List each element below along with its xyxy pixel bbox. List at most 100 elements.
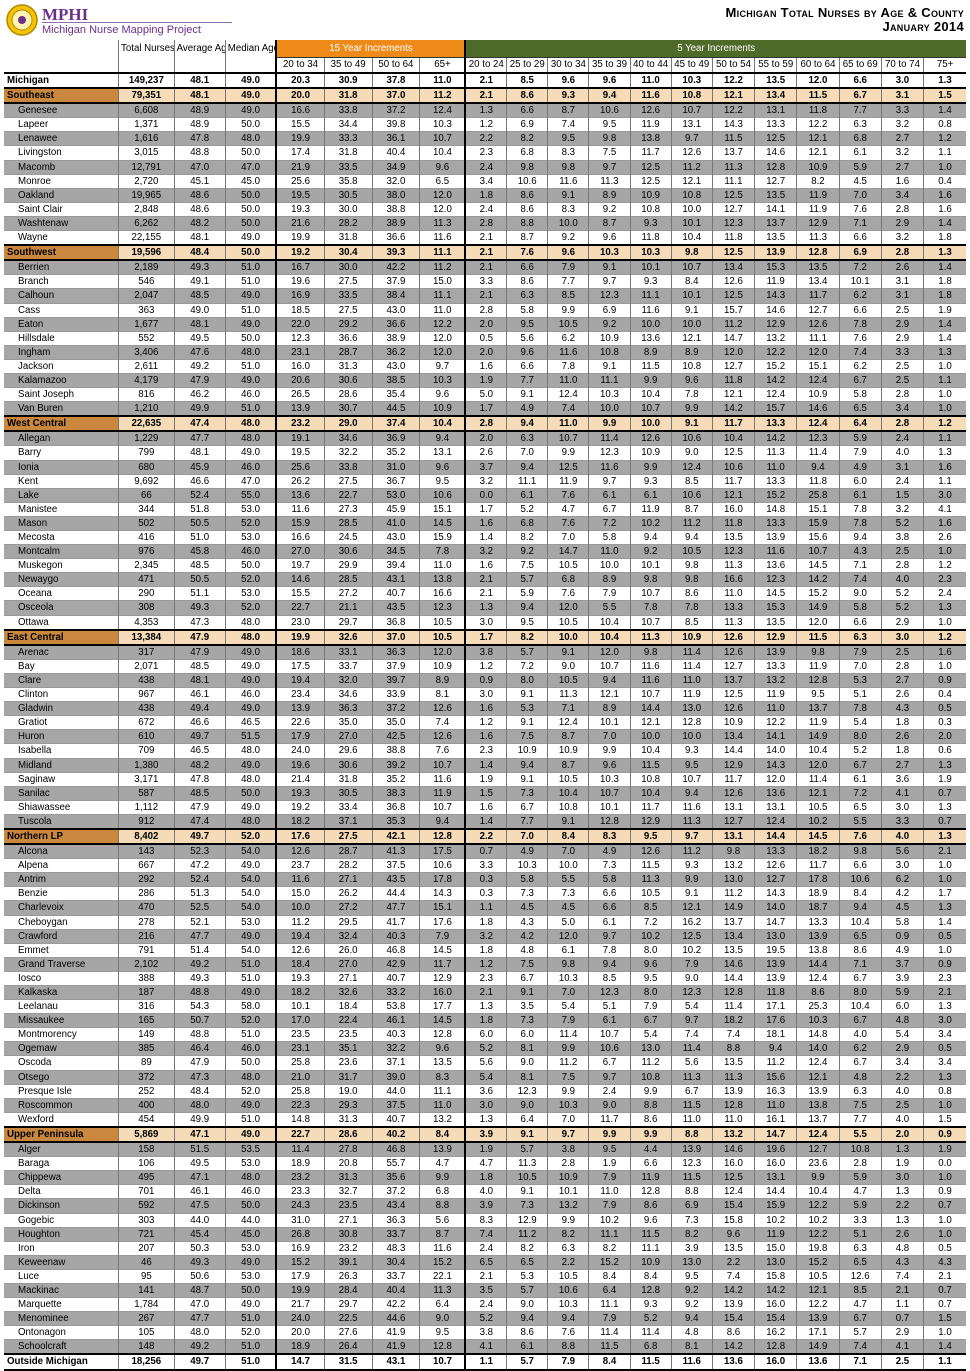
- table-header: Total Nurses Average Age Median Age 15 Y…: [4, 40, 966, 74]
- value-cell: 0.6: [923, 743, 966, 758]
- value-cell: 11.0: [711, 1111, 755, 1127]
- value-cell: 9.1: [506, 1125, 548, 1144]
- value-cell: 9.5: [629, 827, 672, 846]
- value-cell: 21.6: [275, 215, 325, 231]
- value-cell: 8.5: [670, 614, 713, 630]
- value-cell: 12.6: [796, 316, 840, 332]
- value-cell: 12.8: [670, 715, 713, 730]
- value-cell: 1.0: [923, 1097, 966, 1113]
- value-cell: 8.1: [670, 1339, 713, 1355]
- value-cell: 3.0: [923, 1013, 966, 1028]
- value-cell: 31.8: [323, 771, 373, 787]
- value-cell: 52.0: [224, 515, 277, 531]
- report-title: Michigan Total Nurses by Age & County Ja…: [726, 6, 964, 34]
- value-cell: 13.4: [711, 729, 755, 744]
- value-cell: 20.8: [323, 1156, 373, 1171]
- value-cell: 5.3: [506, 1268, 548, 1284]
- value-cell: 10.0: [547, 628, 589, 646]
- value-cell: 10.9: [506, 743, 548, 758]
- value-cell: 53.0: [371, 487, 420, 503]
- value-cell: 44.4: [371, 886, 420, 901]
- value-cell: 36.9: [371, 430, 420, 446]
- value-cell: 8.8: [419, 1198, 466, 1213]
- value-cell: 10.5: [419, 614, 466, 630]
- county-row: Charlevoix 470 52.5 54.0 10.0 27.2 47.7 15.1 1.1…: [4, 900, 966, 916]
- value-cell: 31.0: [275, 1212, 325, 1228]
- value-cell: 6.1: [588, 914, 631, 930]
- value-cell: 25.3: [796, 999, 840, 1014]
- value-cell: 36.3: [371, 644, 420, 660]
- value-cell: 46.4: [173, 1041, 226, 1056]
- value-cell: 9.9: [629, 1083, 672, 1099]
- value-cell: 12.4: [419, 102, 466, 118]
- county-row: Ottawa 4,353 47.3 48.0 23.0 29.7 36.8 10.5 3.0 9.…: [4, 614, 966, 630]
- value-cell: 52.0: [224, 1083, 277, 1099]
- value-cell: 10.7: [419, 1353, 466, 1371]
- value-cell: 11.5: [629, 358, 672, 374]
- value-cell: 5.0: [547, 914, 589, 930]
- value-cell: 11.4: [547, 1027, 589, 1042]
- value-cell: 495: [118, 1170, 175, 1185]
- county-row: Ionia 680 45.9 46.0 25.6 33.8 31.0 9.6 3.7 9.4 12.…: [4, 459, 966, 475]
- value-cell: 11.6: [419, 1240, 466, 1256]
- value-cell: 20.6: [275, 372, 325, 388]
- value-cell: 32.0: [371, 173, 420, 189]
- value-cell: 47.1: [173, 1125, 226, 1144]
- value-cell: 10.8: [670, 87, 713, 105]
- value-cell: 40.2: [371, 1125, 420, 1144]
- age-band-5yr-header: 70 to 74: [880, 57, 924, 74]
- value-cell: 47.7: [371, 900, 420, 916]
- value-cell: 9.8: [629, 572, 672, 587]
- value-cell: 10.1: [629, 558, 672, 573]
- value-cell: 51.4: [173, 942, 226, 958]
- value-cell: 7.4: [711, 1027, 755, 1042]
- value-cell: 7.8: [629, 600, 672, 616]
- value-cell: 1.2: [464, 715, 507, 730]
- value-cell: 912: [118, 813, 175, 829]
- value-cell: 13.6: [275, 487, 325, 503]
- value-cell: 16.9: [275, 288, 325, 303]
- value-cell: 3.4: [880, 401, 924, 417]
- value-cell: 49.5: [173, 330, 226, 346]
- value-cell: 12.4: [796, 970, 840, 986]
- value-cell: 0.8: [923, 117, 966, 132]
- value-cell: 11.6: [629, 658, 672, 674]
- area-name-cell: Upper Peninsula: [4, 1125, 119, 1144]
- value-cell: 11.5: [629, 1226, 672, 1242]
- value-cell: 13.5: [711, 1240, 755, 1256]
- value-cell: 8.3: [547, 201, 589, 217]
- value-cell: 7.2: [506, 658, 548, 674]
- value-cell: 1.1: [923, 372, 966, 388]
- value-cell: 40.7: [371, 1111, 420, 1127]
- value-cell: 13.1: [711, 799, 755, 815]
- value-cell: 11.3: [796, 230, 840, 246]
- value-cell: 4.1: [923, 501, 966, 517]
- value-cell: 10.5: [547, 614, 589, 630]
- value-cell: 4.2: [506, 928, 548, 944]
- value-cell: 8.4: [838, 886, 882, 901]
- value-cell: 1.9: [880, 1156, 924, 1171]
- value-cell: 35.2: [371, 771, 420, 787]
- value-cell: 18.2: [275, 984, 325, 1000]
- value-cell: 15.2: [588, 1254, 631, 1270]
- value-cell: 5.2: [880, 600, 924, 616]
- value-cell: 48.0: [224, 415, 277, 433]
- value-cell: 1.9: [923, 771, 966, 787]
- value-cell: 9.4: [796, 459, 840, 475]
- value-cell: 47.0: [224, 159, 277, 175]
- value-cell: 10.0: [670, 201, 713, 217]
- value-cell: 39.8: [371, 117, 420, 132]
- value-cell: 26.0: [323, 942, 373, 958]
- value-cell: 10.9: [629, 445, 672, 461]
- value-cell: 17.5: [419, 843, 466, 859]
- value-cell: 290: [118, 586, 175, 601]
- value-cell: 11.6: [754, 544, 797, 559]
- value-cell: 12.8: [796, 244, 840, 262]
- value-cell: 8.5: [838, 1282, 882, 1298]
- value-cell: 11.0: [670, 672, 713, 688]
- value-cell: 8.5: [670, 473, 713, 489]
- value-cell: 15.8: [754, 1268, 797, 1284]
- value-cell: 46.5: [224, 715, 277, 730]
- value-cell: 8.2: [796, 173, 840, 189]
- value-cell: 13.5: [754, 71, 797, 90]
